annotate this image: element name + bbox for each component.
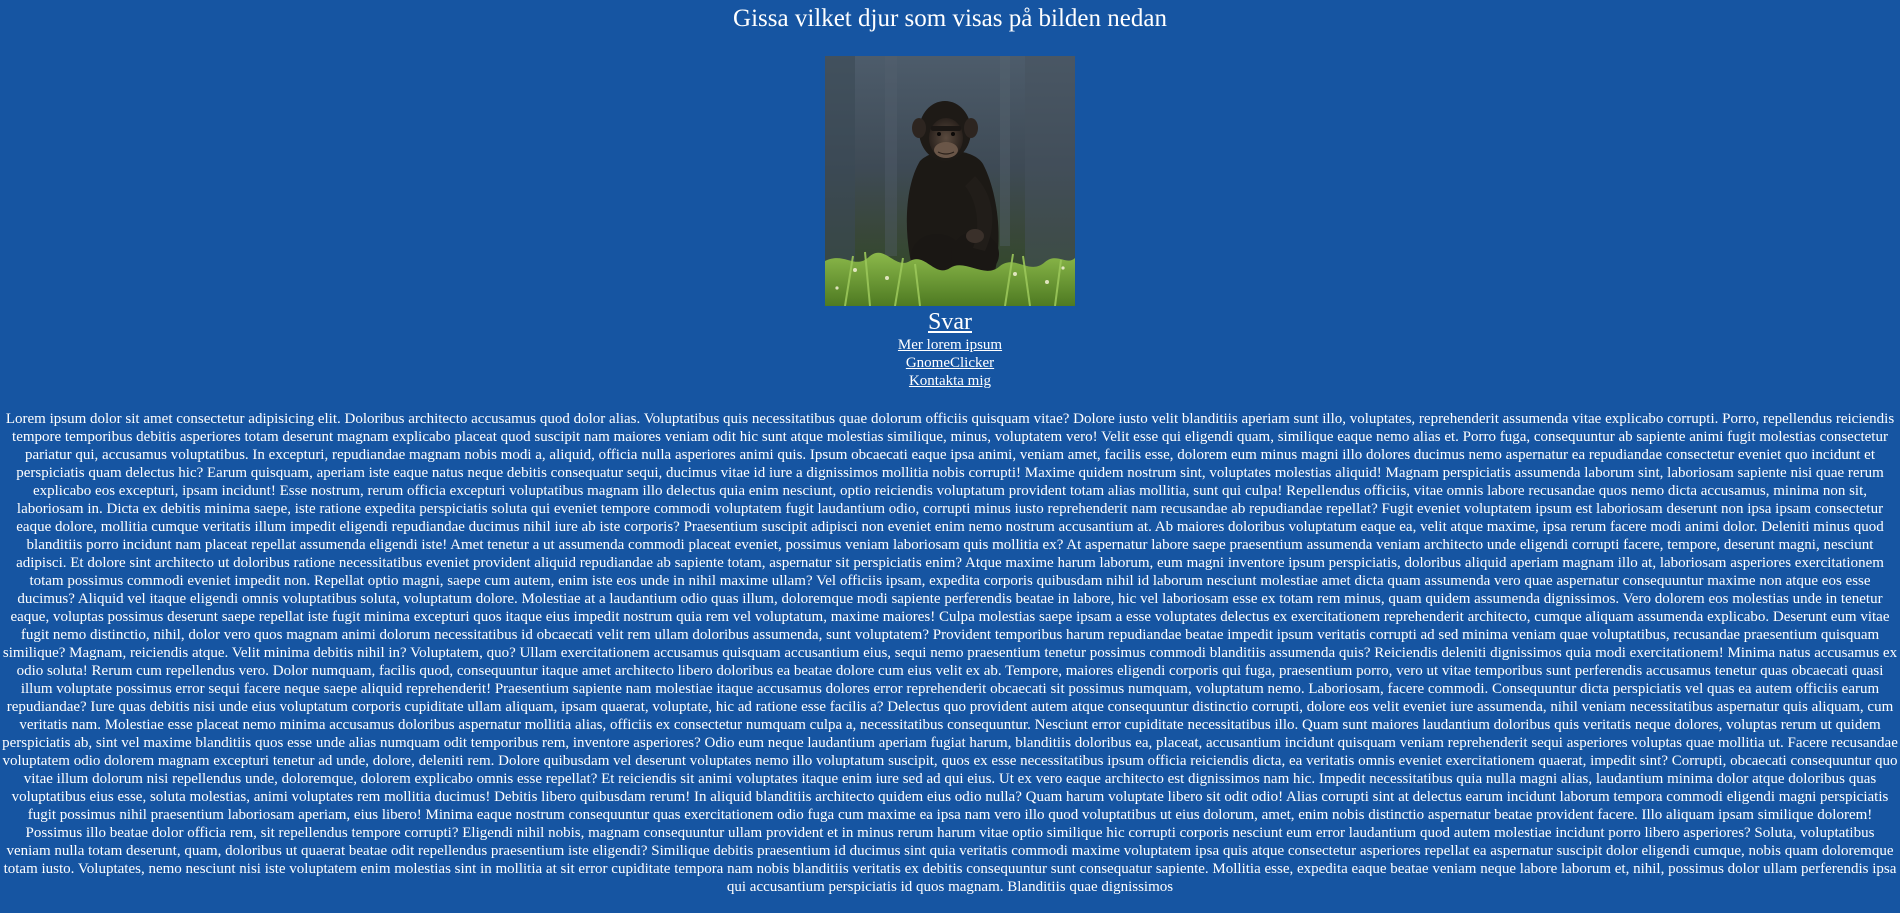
page: Gissa vilket djur som visas på bilden ne… bbox=[0, 0, 1900, 913]
page-title: Gissa vilket djur som visas på bilden ne… bbox=[733, 5, 1167, 32]
link-more-lorem[interactable]: Mer lorem ipsum bbox=[0, 336, 1900, 354]
link-gnomeclicker[interactable]: GnomeClicker bbox=[0, 354, 1900, 372]
chimpanzee-photo bbox=[825, 56, 1075, 306]
nav-links: Mer lorem ipsum GnomeClicker Kontakta mi… bbox=[0, 336, 1900, 390]
answer-link-wrap: Svar bbox=[0, 308, 1900, 336]
answer-link[interactable]: Svar bbox=[928, 309, 972, 335]
photo-container bbox=[0, 56, 1900, 306]
link-contact[interactable]: Kontakta mig bbox=[0, 372, 1900, 390]
lorem-paragraph: Lorem ipsum dolor sit amet consectetur a… bbox=[2, 411, 1898, 895]
